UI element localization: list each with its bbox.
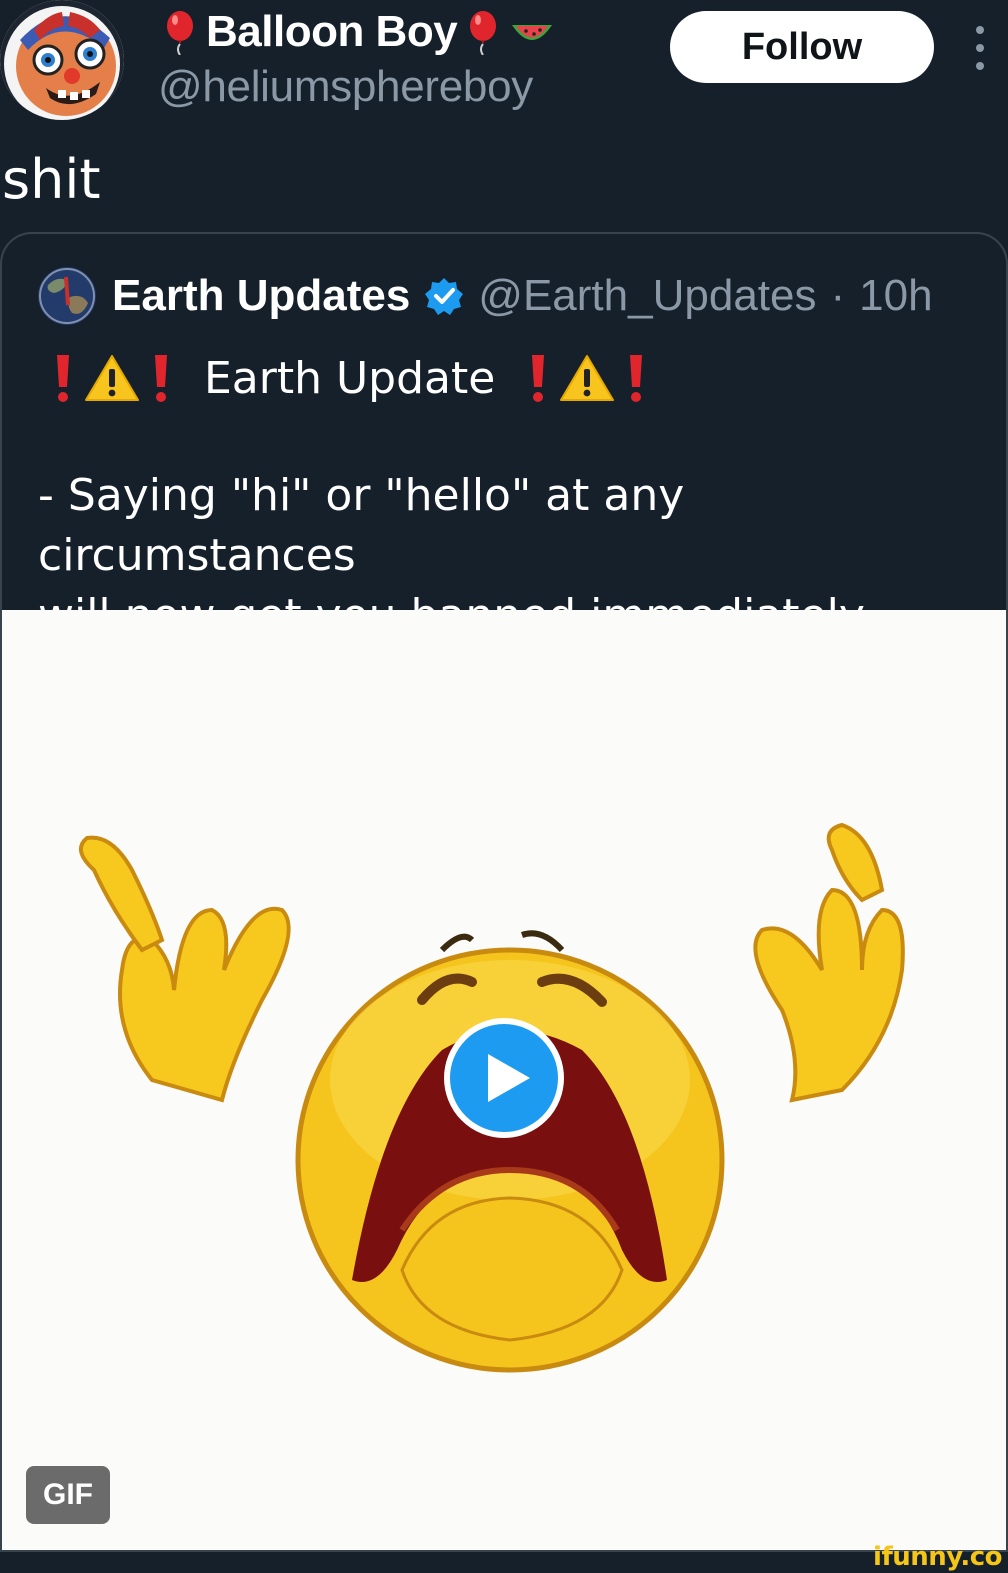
gif-media[interactable]: GIF [2, 610, 1006, 1550]
balloon-boy-avatar-icon [0, 0, 124, 120]
warning-icon [559, 353, 615, 403]
play-icon [488, 1054, 530, 1102]
more-vertical-icon[interactable] [968, 26, 992, 70]
footer-bar [0, 1552, 1008, 1573]
ifunny-watermark: ifunny.co [873, 1542, 1002, 1572]
exclamation-icon [621, 351, 651, 405]
author-name-row[interactable]: Balloon Boy [160, 4, 555, 60]
watermelon-icon [509, 9, 555, 55]
quote-author-name[interactable]: Earth Updates [112, 271, 410, 321]
exclamation-icon [523, 351, 553, 405]
verified-badge-icon [424, 276, 464, 316]
quote-author-handle[interactable]: @Earth_Updates [478, 271, 816, 321]
exclamation-icon [146, 351, 176, 405]
tweet-text: shit [2, 148, 101, 211]
separator-dot: · [830, 271, 846, 320]
play-button[interactable] [444, 1018, 564, 1138]
quoted-tweet[interactable]: Earth Updates @Earth_Updates · 10h Earth… [0, 232, 1008, 1552]
balloon-icon [160, 9, 200, 55]
author-handle[interactable]: @heliumsphereboy [158, 62, 533, 112]
balloon-icon [463, 9, 503, 55]
gif-badge: GIF [26, 1466, 110, 1524]
warning-icon [84, 353, 140, 403]
author-avatar[interactable] [0, 0, 124, 120]
quote-title: Earth Update [204, 352, 496, 404]
earth-avatar-icon[interactable] [38, 267, 96, 325]
exclamation-icon [48, 351, 78, 405]
follow-button[interactable]: Follow [670, 11, 934, 83]
author-display-name[interactable]: Balloon Boy [206, 7, 458, 57]
quote-header: Earth Updates @Earth_Updates · 10h [38, 264, 933, 328]
quote-title-row: Earth Update [48, 348, 651, 408]
quote-timestamp[interactable]: 10h [859, 271, 932, 321]
